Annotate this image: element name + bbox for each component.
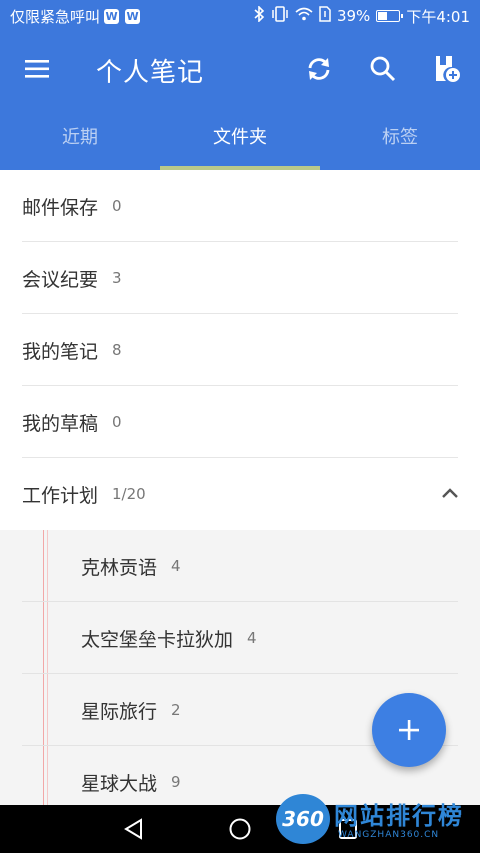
subfolder-row[interactable]: 太空堡垒卡拉狄加 4 <box>0 602 480 674</box>
tab-recent[interactable]: 近期 <box>0 108 160 170</box>
folder-row-work-plan[interactable]: 工作计划 1/20 <box>0 458 480 530</box>
folder-row-mail[interactable]: 邮件保存 0 <box>0 170 480 242</box>
subfolder-count: 4 <box>171 557 181 575</box>
battery-percent: 39% <box>336 7 371 25</box>
battery-icon <box>376 10 404 22</box>
folder-row-drafts[interactable]: 我的草稿 0 <box>0 386 480 458</box>
subfolder-row[interactable]: 克林贡语 4 <box>0 530 480 602</box>
carrier-text: 仅限紧急呼叫 <box>10 7 101 26</box>
watermark-subtitle: WANGZHAN360.CN <box>338 830 440 840</box>
folder-count: 0 <box>112 197 122 215</box>
folder-name: 我的草稿 <box>22 412 99 435</box>
watermark-badge: 360 <box>276 794 330 844</box>
clock: 下午4:01 <box>406 7 470 26</box>
folder-count: 0 <box>112 413 122 431</box>
hamburger-menu-icon[interactable] <box>22 54 52 84</box>
app-title: 个人笔记 <box>96 58 205 88</box>
add-note-button[interactable] <box>372 693 446 767</box>
subfolder-name: 星球大战 <box>81 772 158 795</box>
w-app-icon: W <box>104 8 120 24</box>
tab-tags[interactable]: 标签 <box>320 108 480 170</box>
folder-count: 1/20 <box>112 485 146 503</box>
tab-bar: 近期 文件夹 标签 <box>0 108 480 170</box>
vibrate-icon <box>271 6 289 26</box>
bluetooth-icon <box>253 5 265 26</box>
new-notebook-icon[interactable] <box>430 52 464 86</box>
plus-icon <box>399 720 419 740</box>
subfolder-name: 星际旅行 <box>81 700 158 723</box>
subfolder-name: 太空堡垒卡拉狄加 <box>81 628 234 651</box>
subfolder-count: 4 <box>247 629 257 647</box>
search-icon[interactable] <box>366 52 400 86</box>
folder-name: 工作计划 <box>22 484 99 507</box>
folder-row-my-notes[interactable]: 我的笔记 8 <box>0 314 480 386</box>
watermark: 360 网站排行榜 WANGZHAN360.CN <box>268 790 480 850</box>
sync-icon[interactable] <box>302 52 336 86</box>
w-app-icon-2: W <box>125 8 141 24</box>
tab-folders[interactable]: 文件夹 <box>160 108 320 170</box>
app-bar: 个人笔记 <box>0 32 480 108</box>
chevron-up-icon[interactable] <box>440 484 460 504</box>
status-bar: 仅限紧急呼叫 W W 39% 下午4:01 <box>0 0 480 32</box>
folder-row-meeting[interactable]: 会议纪要 3 <box>0 242 480 314</box>
subfolder-count: 9 <box>171 773 181 791</box>
subfolder-count: 2 <box>171 701 181 719</box>
subfolder-name: 克林贡语 <box>81 556 158 579</box>
folder-name: 邮件保存 <box>22 196 99 219</box>
wifi-icon <box>295 7 313 25</box>
folder-count: 8 <box>112 341 122 359</box>
folder-name: 我的笔记 <box>22 340 99 363</box>
folder-name: 会议纪要 <box>22 268 99 291</box>
back-icon[interactable] <box>122 817 146 841</box>
home-icon[interactable] <box>228 817 252 841</box>
folder-count: 3 <box>112 269 122 287</box>
subfolder-list: 克林贡语 4 太空堡垒卡拉狄加 4 星际旅行 2 星球大战 9 <box>0 530 480 818</box>
watermark-title: 网站排行榜 <box>334 802 464 830</box>
sim-icon <box>319 6 331 26</box>
